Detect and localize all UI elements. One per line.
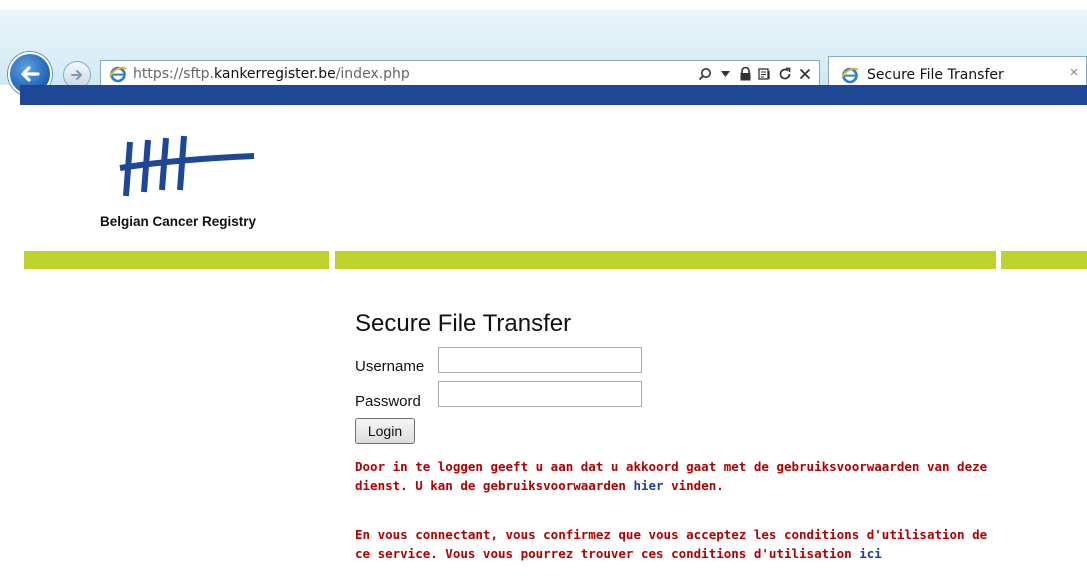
terms-link-fr[interactable]: ici — [859, 546, 882, 561]
search-icon[interactable] — [697, 64, 713, 84]
username-input[interactable] — [438, 347, 642, 373]
terms-notice-nl: Door in te loggen geeft u aan dat u akko… — [355, 457, 995, 495]
close-icon[interactable]: × — [1066, 65, 1082, 81]
password-label: Password — [355, 393, 421, 410]
arrow-left-icon — [21, 66, 40, 82]
accent-bar-right — [1001, 251, 1087, 269]
terms-link-nl[interactable]: hier — [633, 478, 663, 493]
accent-bar-left — [24, 251, 329, 269]
page-title: Secure File Transfer — [355, 310, 572, 337]
ie-icon — [109, 66, 127, 83]
terms-notice-fr: En vous connectant, vous confirmez que v… — [355, 525, 995, 563]
password-input[interactable] — [438, 381, 642, 407]
ie-icon — [841, 67, 859, 84]
address-bar[interactable]: https://sftp.kankerregister.be/index.php — [100, 60, 820, 88]
registry-logo-icon — [119, 135, 255, 197]
logo: Belgian Cancer Registry — [100, 134, 280, 234]
terms-notice-fr-text: En vous connectant, vous confirmez que v… — [355, 527, 988, 561]
lock-icon[interactable] — [737, 64, 753, 84]
browser-chrome: https://sftp.kankerregister.be/index.php — [0, 10, 1087, 96]
logo-text: Belgian Cancer Registry — [100, 214, 257, 229]
username-label: Username — [355, 358, 425, 375]
dropdown-icon[interactable] — [717, 64, 733, 84]
url-text: https://sftp.kankerregister.be/index.php — [133, 66, 410, 82]
accent-bar-center — [335, 251, 996, 269]
stop-icon[interactable] — [797, 64, 813, 84]
address-tools — [697, 64, 813, 84]
login-button[interactable]: Login — [355, 418, 415, 444]
header-bar — [20, 85, 1087, 105]
terms-notice-nl-suffix: vinden. — [671, 478, 724, 493]
compatibility-view-icon[interactable] — [757, 64, 773, 84]
arrow-right-icon — [71, 70, 82, 80]
refresh-icon[interactable] — [777, 64, 793, 84]
